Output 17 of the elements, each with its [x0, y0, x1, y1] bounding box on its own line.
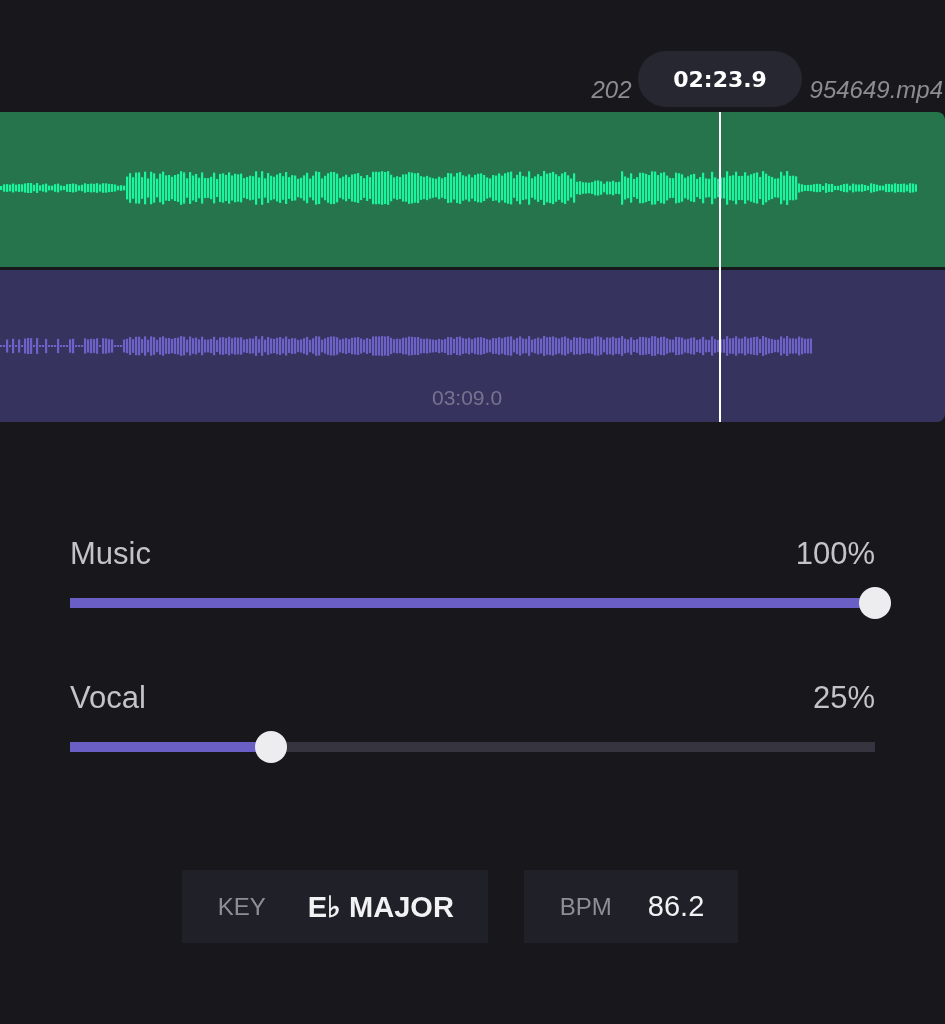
slider-label: Music: [70, 536, 151, 572]
stat-value: 86.2: [647, 890, 705, 923]
file-name: 954649.mp4: [809, 76, 943, 105]
slider-label: Vocal: [70, 680, 146, 716]
vocal-track[interactable]: 03:09.0: [0, 270, 945, 422]
stat-label: BPM: [559, 892, 612, 921]
music-track[interactable]: [0, 112, 945, 267]
slider-thumb[interactable]: [255, 731, 288, 763]
file-name: 202: [591, 76, 632, 105]
playhead-line[interactable]: [719, 112, 722, 422]
slider-reading: 25%: [812, 680, 875, 716]
stat-label: KEY: [217, 892, 266, 921]
slider-reading: 100%: [795, 536, 875, 572]
stat-value: E♭ MAJOR: [307, 889, 454, 924]
duration-label: 03:09.0: [432, 386, 503, 410]
slider-thumb[interactable]: [859, 587, 891, 619]
playhead-time: 02:23.9: [638, 51, 803, 107]
